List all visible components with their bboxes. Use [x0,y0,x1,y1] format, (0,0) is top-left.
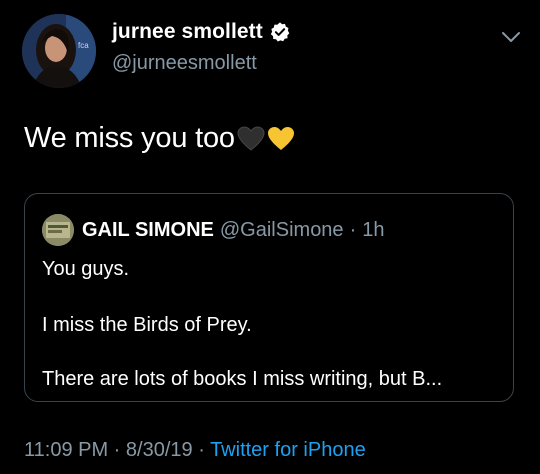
quoted-avatar [42,214,74,246]
svg-text:fca: fca [78,41,89,50]
tweet-time: 11:09 PM [24,439,109,461]
quoted-tweet-header: GAIL SIMONE @GailSimone · 1h [42,214,384,246]
tweet-date: 8/30/19 [125,439,193,461]
author-name-row: jurnee smollett [112,20,291,44]
quoted-timestamp: 1h [362,218,385,241]
avatar[interactable]: fca [22,14,96,88]
tweet-meta: 11:09 PM · 8/30/19 · Twitter for iPhone [24,439,366,462]
quoted-separator: · [349,218,357,241]
verified-badge-icon [269,21,291,43]
quoted-display-name: GAIL SIMONE [82,218,214,241]
chevron-down-icon[interactable] [500,30,522,44]
quoted-line: There are lots of books I miss writing, … [42,368,443,390]
quoted-line: I miss the Birds of Prey. [42,314,252,336]
meta-separator: · [108,439,126,461]
yellow-heart-icon [267,126,295,152]
quoted-tweet-card[interactable]: GAIL SIMONE @GailSimone · 1h You guys. I… [24,193,514,402]
black-heart-icon [237,125,265,152]
meta-separator: · [192,439,211,461]
avatar-image: fca [22,14,96,88]
tweet-text: We miss you too [24,122,295,155]
tweet-body: We miss you too [24,122,235,154]
quoted-handle: @GailSimone [219,218,344,241]
author-display-name[interactable]: jurnee smollett [112,20,263,44]
tweet-source-link[interactable]: Twitter for iPhone [210,439,366,461]
quoted-line: You guys. [42,258,130,280]
author-handle[interactable]: @jurneesmollett [112,52,257,75]
tweet: fca jurnee smollett @jurneesmollett We m… [0,0,540,474]
